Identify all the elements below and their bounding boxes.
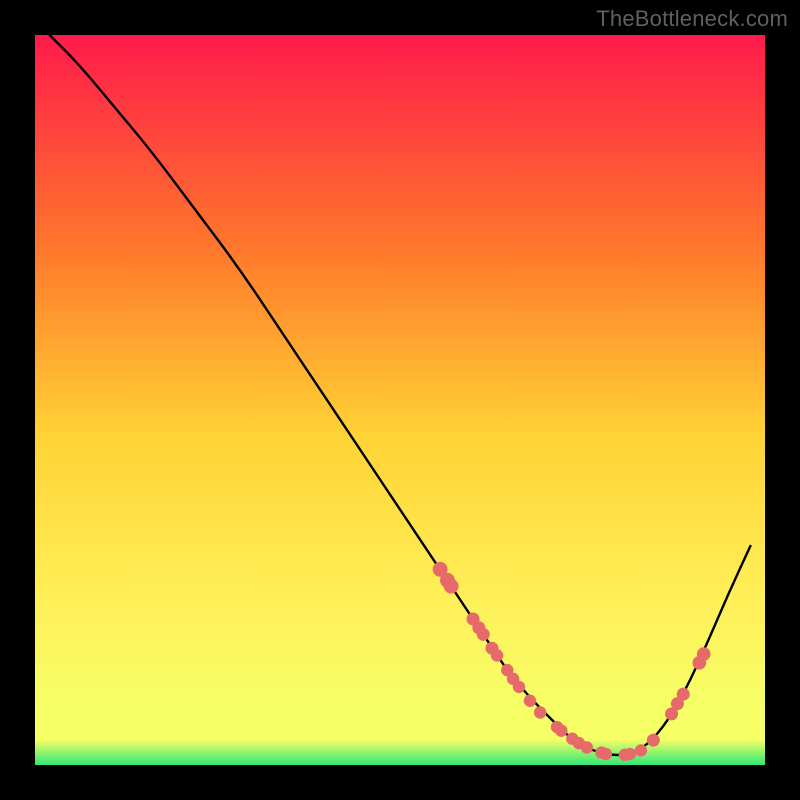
data-marker: [555, 724, 567, 736]
data-marker: [697, 647, 711, 661]
data-marker: [491, 649, 503, 661]
data-marker: [444, 579, 459, 594]
data-marker: [600, 748, 612, 760]
data-marker: [534, 706, 546, 718]
data-marker: [647, 734, 660, 747]
data-marker: [635, 744, 647, 756]
data-marker: [624, 748, 636, 760]
data-marker: [524, 695, 536, 707]
bottleneck-chart: [0, 0, 800, 800]
data-marker: [581, 741, 593, 753]
data-marker: [477, 628, 490, 641]
data-marker: [513, 681, 525, 693]
chart-frame: TheBottleneck.com: [0, 0, 800, 800]
data-marker: [677, 688, 690, 701]
watermark-label: TheBottleneck.com: [596, 6, 788, 32]
